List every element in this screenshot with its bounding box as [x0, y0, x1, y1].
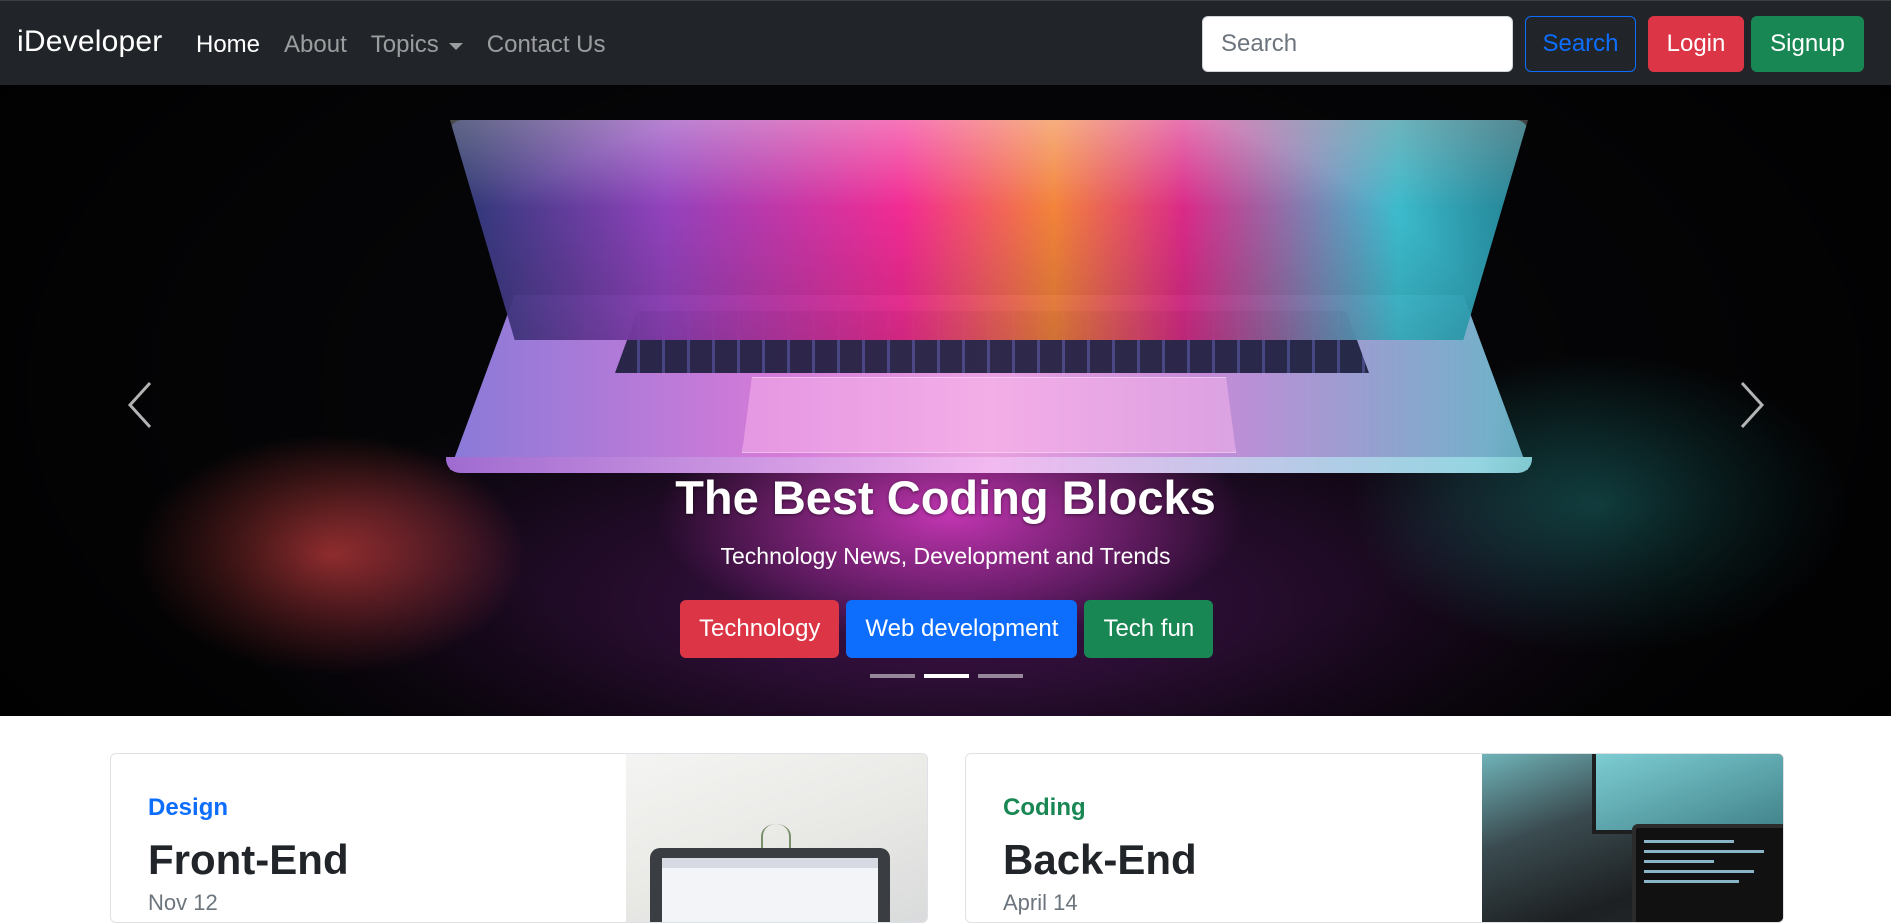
- brand-logo[interactable]: iDeveloper: [17, 25, 162, 59]
- front-end-thumbnail-image: [626, 754, 927, 922]
- nav-links: Home About Topics Contact Us: [196, 31, 630, 59]
- code-line: [1644, 840, 1734, 843]
- hero-title: The Best Coding Blocks: [675, 471, 1216, 524]
- back-end-thumbnail-image: [1482, 754, 1783, 922]
- carousel-prev-icon[interactable]: [120, 375, 160, 435]
- card-back-end: Coding Back-End April 14: [965, 753, 1784, 923]
- code-line: [1644, 850, 1764, 853]
- hero-caption: The Best Coding Blocks Technology News, …: [0, 470, 1891, 570]
- plant-image: [761, 824, 791, 848]
- tech-fun-button[interactable]: Tech fun: [1084, 600, 1214, 658]
- browser-bar: [662, 858, 878, 868]
- code-line: [1644, 880, 1739, 883]
- nav-home[interactable]: Home: [196, 31, 260, 59]
- nav-topics-label: Topics: [370, 31, 439, 58]
- top-navbar: iDeveloper Home About Topics Contact Us …: [0, 0, 1891, 85]
- card-category: Coding: [1003, 794, 1086, 821]
- card-date: April 14: [1003, 890, 1078, 915]
- carousel-next-icon[interactable]: [1732, 375, 1772, 435]
- code-line: [1644, 870, 1754, 873]
- signup-button[interactable]: Signup: [1751, 16, 1864, 72]
- login-button[interactable]: Login: [1648, 16, 1744, 72]
- caret-down-icon: [448, 43, 463, 50]
- search-button[interactable]: Search: [1525, 16, 1636, 72]
- carousel-indicators: [870, 674, 1023, 678]
- card-date: Nov 12: [148, 890, 218, 915]
- monitor-image: [1592, 754, 1783, 834]
- card-title: Front-End: [148, 836, 349, 883]
- technology-button[interactable]: Technology: [680, 600, 840, 658]
- carousel-indicator-1[interactable]: [870, 674, 915, 678]
- nav-contact[interactable]: Contact Us: [487, 31, 606, 59]
- card-body: Design Front-End Nov 12: [148, 794, 349, 916]
- nav-topics-dropdown[interactable]: Topics: [371, 31, 463, 59]
- laptop-screen: [662, 858, 878, 922]
- web-development-button[interactable]: Web development: [846, 600, 1078, 658]
- card-category: Design: [148, 794, 229, 821]
- card-front-end: Design Front-End Nov 12: [110, 753, 928, 923]
- carousel-indicator-2[interactable]: [924, 674, 969, 678]
- card-body: Coding Back-End April 14: [1003, 794, 1197, 916]
- code-line: [1644, 860, 1714, 863]
- carousel-indicator-3[interactable]: [978, 674, 1023, 678]
- hero-subtitle: Technology News, Development and Trends: [720, 543, 1171, 569]
- card-title: Back-End: [1003, 836, 1197, 883]
- code-editor-image: [1632, 824, 1783, 922]
- search-input[interactable]: [1202, 16, 1513, 72]
- nav-about[interactable]: About: [284, 31, 347, 59]
- hero-button-group: Technology Web development Tech fun: [680, 600, 1214, 658]
